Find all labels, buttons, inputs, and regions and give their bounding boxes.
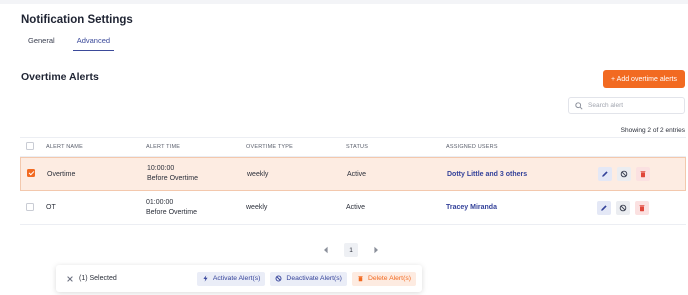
page-title: Notification Settings xyxy=(21,14,133,26)
tab-general[interactable]: General xyxy=(28,36,55,51)
tab-bar: General Advanced xyxy=(28,36,136,51)
status: Active xyxy=(347,170,367,178)
pencil-icon xyxy=(601,204,607,211)
select-all-checkbox[interactable] xyxy=(26,142,34,150)
alert-time-sub: Before Overtime xyxy=(147,175,198,182)
row-actions xyxy=(592,167,685,181)
section-title: Overtime Alerts xyxy=(21,71,99,83)
trash-icon xyxy=(639,204,645,211)
chevron-left-icon[interactable] xyxy=(322,246,330,254)
delete-button[interactable] xyxy=(636,167,650,181)
header-alert-name: ALERT NAME xyxy=(46,144,83,150)
alert-time: 01:00:00 Before Overtime xyxy=(146,198,246,218)
deactivate-alerts-label: Deactivate Alert(s) xyxy=(286,275,342,282)
activate-alerts-label: Activate Alert(s) xyxy=(212,275,261,282)
block-icon xyxy=(619,204,627,211)
entries-count: Showing 2 of 2 entries xyxy=(620,127,685,134)
status: Active xyxy=(346,204,366,211)
delete-alerts-label: Delete Alert(s) xyxy=(367,275,411,282)
activate-alerts-button[interactable]: Activate Alert(s) xyxy=(196,271,266,286)
top-bar xyxy=(0,0,688,4)
overtime-type: weekly xyxy=(246,204,268,211)
deactivate-button[interactable] xyxy=(616,200,630,215)
header-alert-time: ALERT TIME xyxy=(146,144,181,150)
row-checkbox[interactable] xyxy=(26,202,34,211)
block-icon xyxy=(275,275,282,282)
row-checkbox[interactable] xyxy=(27,169,35,177)
table-header: ALERT NAME ALERT TIME OVERTIME TYPE STAT… xyxy=(20,137,686,157)
alert-time: 10:00:00 Before Overtime xyxy=(147,164,247,184)
page-button[interactable]: 1 xyxy=(344,243,358,257)
table-row[interactable]: OT 01:00:00 Before Overtime weekly Activ… xyxy=(20,191,686,225)
delete-alerts-button[interactable]: Delete Alert(s) xyxy=(351,271,416,286)
table-row[interactable]: Overtime 10:00:00 Before Overtime weekly… xyxy=(20,157,686,191)
lightning-icon xyxy=(203,275,208,282)
edit-button[interactable] xyxy=(598,167,612,181)
search-box xyxy=(568,97,685,114)
pagination: 1 xyxy=(322,243,380,257)
search-input[interactable] xyxy=(588,102,678,109)
deactivate-button[interactable] xyxy=(617,167,631,181)
header-status: STATUS xyxy=(346,144,369,150)
search-icon xyxy=(575,101,583,110)
header-overtime-type: OVERTIME TYPE xyxy=(246,144,294,150)
alert-time-value: 10:00:00 xyxy=(147,165,175,172)
edit-button[interactable] xyxy=(597,200,611,215)
selected-count: (1) Selected xyxy=(79,275,117,282)
chevron-right-icon[interactable] xyxy=(372,246,380,254)
delete-button[interactable] xyxy=(635,200,649,215)
alert-time-sub: Before Overtime xyxy=(146,208,197,216)
close-icon[interactable] xyxy=(66,275,74,283)
bulk-action-bar: (1) Selected Activate Alert(s) Deactivat… xyxy=(56,265,422,292)
deactivate-alerts-button[interactable]: Deactivate Alert(s) xyxy=(270,271,347,286)
alerts-table: ALERT NAME ALERT TIME OVERTIME TYPE STAT… xyxy=(20,137,686,225)
pencil-icon xyxy=(602,171,608,177)
tab-advanced[interactable]: Advanced xyxy=(72,36,115,51)
trash-icon xyxy=(358,276,363,282)
assigned-users-link[interactable]: Tracey Miranda xyxy=(446,204,591,211)
assigned-users-link[interactable]: Dotty Little and 3 others xyxy=(447,171,592,178)
alert-time-value: 01:00:00 xyxy=(146,198,174,206)
bulk-buttons: Activate Alert(s) Deactivate Alert(s) De… xyxy=(196,271,416,286)
add-overtime-alert-button[interactable]: + Add overtime alerts xyxy=(603,70,685,88)
block-icon xyxy=(620,170,628,178)
overtime-type: weekly xyxy=(247,170,269,178)
trash-icon xyxy=(640,171,646,178)
row-actions xyxy=(591,200,686,215)
alert-name: OT xyxy=(46,204,56,211)
alert-name: Overtime xyxy=(47,170,76,178)
header-assigned-users: ASSIGNED USERS xyxy=(446,144,498,150)
